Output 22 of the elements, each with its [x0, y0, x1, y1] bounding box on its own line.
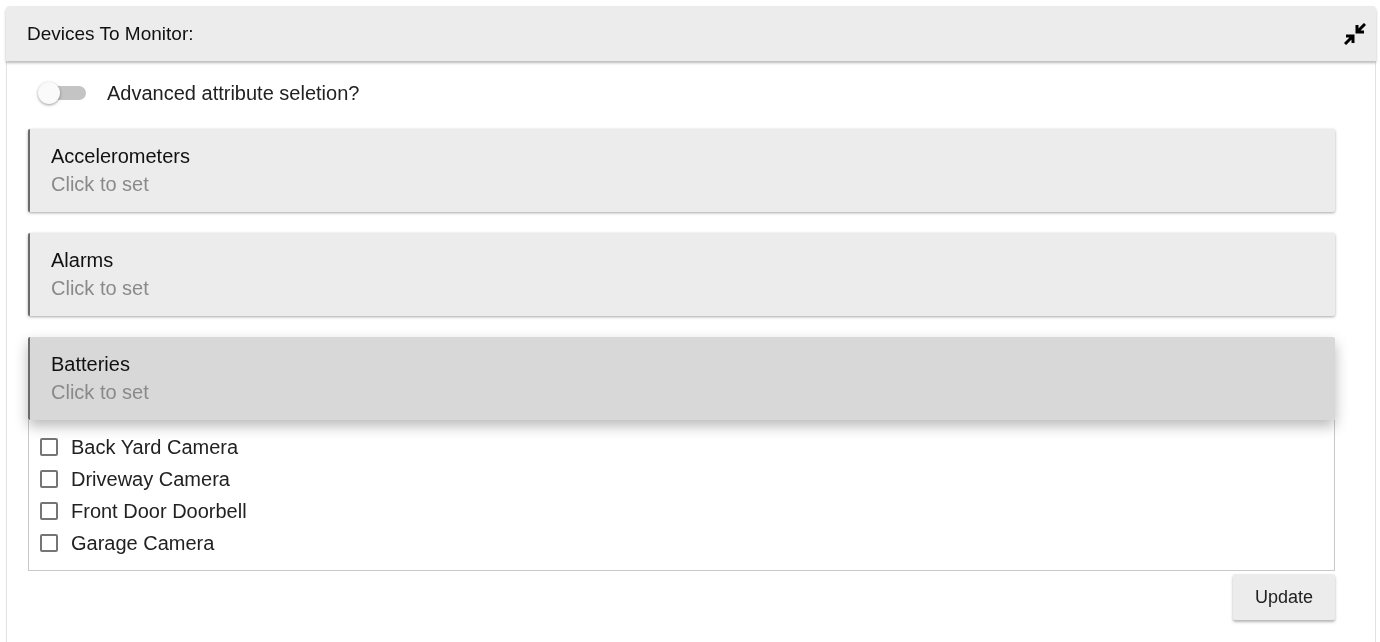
checkbox[interactable] — [40, 438, 58, 456]
checkbox[interactable] — [40, 502, 58, 520]
section-title: Batteries — [51, 352, 131, 377]
section-card[interactable]: Accelerometers Click to set — [28, 129, 1335, 212]
device-label: Garage Camera — [71, 531, 215, 555]
section-subtitle: Click to set — [51, 276, 150, 301]
toggle-switch[interactable] — [38, 82, 86, 104]
section-card[interactable]: Alarms Click to set — [28, 233, 1335, 316]
section-card[interactable]: Batteries Click to set — [28, 337, 1335, 420]
checkbox[interactable] — [40, 534, 58, 552]
checkbox[interactable] — [40, 470, 58, 488]
device-label: Driveway Camera — [71, 467, 230, 491]
collapse-icon[interactable] — [1344, 22, 1366, 45]
section-title: Accelerometers — [51, 144, 191, 169]
section-subtitle: Click to set — [51, 380, 150, 405]
device-label: Back Yard Camera — [71, 435, 239, 459]
update-button[interactable]: Update — [1233, 574, 1335, 620]
section-title: Alarms — [51, 248, 115, 273]
toggle-label: Advanced attribute seletion? — [107, 81, 360, 105]
section-subtitle: Click to set — [51, 172, 150, 197]
panel-title: Devices To Monitor: — [27, 22, 194, 45]
device-label: Front Door Doorbell — [71, 499, 247, 523]
